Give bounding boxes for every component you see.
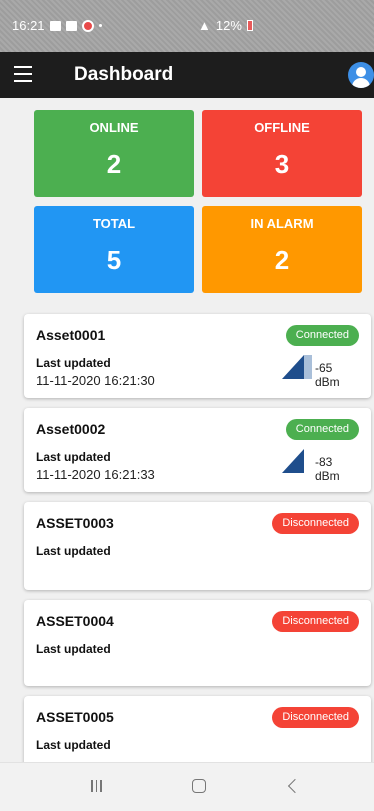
battery-level: 12% (215, 18, 242, 33)
total-count: 5 (106, 245, 122, 275)
offline-tile[interactable]: OFFLINE 3 (202, 110, 362, 197)
status-bar: 16:21 ▲ 12% (0, 0, 374, 52)
last-updated-label: Last updated (36, 356, 111, 370)
online-count: 2 (106, 149, 122, 179)
wifi-signal-icon: ▲ (198, 18, 211, 33)
app-bar: Dashboard (0, 52, 374, 98)
last-updated-label: Last updated (36, 738, 111, 752)
asset-name: ASSET0003 (36, 515, 114, 531)
status-time: 16:21 (12, 18, 45, 33)
asset-card[interactable]: Asset0002 Connected Last updated 11-11-2… (24, 408, 371, 492)
recent-apps-button[interactable] (91, 779, 105, 797)
status-badge: Connected (285, 325, 359, 346)
system-nav-bar (0, 762, 374, 811)
status-badge: Disconnected (272, 611, 359, 632)
signal-icon (282, 449, 304, 473)
notification-icon (81, 19, 94, 32)
last-updated-label: Last updated (36, 450, 111, 464)
total-tile[interactable]: TOTAL 5 (34, 206, 194, 293)
total-label: TOTAL (92, 216, 136, 231)
asset-card[interactable]: Asset0001 Connected Last updated 11-11-2… (24, 314, 371, 398)
offline-count: 3 (274, 149, 290, 179)
status-bar-right: ▲ 12% (198, 18, 253, 33)
status-badge: Disconnected (272, 513, 359, 534)
asset-card[interactable]: ASSET0003 Disconnected Last updated (24, 502, 371, 590)
signal-value: -65 dBm (315, 361, 340, 389)
status-bar-left: 16:21 (12, 18, 102, 33)
last-updated-value: 11-11-2020 16:21:30 (36, 373, 155, 388)
signal-value: -83 dBm (315, 455, 340, 483)
battery-icon (246, 20, 253, 31)
signal-strength: -65 dBm (282, 353, 342, 389)
in-alarm-label: IN ALARM (250, 216, 314, 231)
dashboard-content[interactable]: ONLINE 2 OFFLINE 3 TOTAL 5 IN ALARM 2 As… (0, 98, 374, 762)
last-updated-label: Last updated (36, 544, 111, 558)
status-badge: Disconnected (272, 707, 359, 728)
message-icon (65, 20, 77, 31)
page-title: Dashboard (74, 64, 174, 85)
asset-card[interactable]: ASSET0005 Disconnected Last updated (24, 696, 371, 762)
in-alarm-tile[interactable]: IN ALARM 2 (202, 206, 362, 293)
more-notifications-icon (98, 24, 102, 27)
summary-tiles: ONLINE 2 OFFLINE 3 TOTAL 5 IN ALARM 2 (34, 110, 362, 296)
gallery-icon (49, 20, 61, 31)
avatar[interactable] (348, 62, 374, 88)
menu-icon[interactable] (14, 66, 32, 82)
home-button[interactable] (192, 779, 206, 793)
asset-name: ASSET0005 (36, 709, 114, 725)
asset-name: Asset0002 (36, 421, 106, 437)
asset-name: Asset0001 (36, 327, 106, 343)
signal-strength: -83 dBm (282, 447, 342, 483)
signal-icon (282, 355, 312, 379)
back-button[interactable] (287, 778, 303, 794)
offline-label: OFFLINE (254, 120, 310, 135)
in-alarm-count: 2 (274, 245, 290, 275)
asset-name: ASSET0004 (36, 613, 114, 629)
last-updated-label: Last updated (36, 642, 111, 656)
status-badge: Connected (285, 419, 359, 440)
online-label: ONLINE (89, 120, 139, 135)
asset-card[interactable]: ASSET0004 Disconnected Last updated (24, 600, 371, 686)
online-tile[interactable]: ONLINE 2 (34, 110, 194, 197)
last-updated-value: 11-11-2020 16:21:33 (36, 467, 155, 482)
